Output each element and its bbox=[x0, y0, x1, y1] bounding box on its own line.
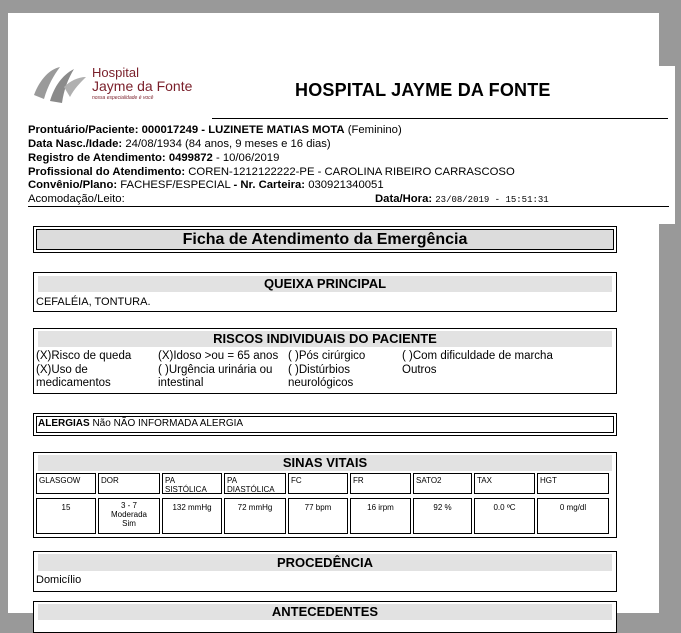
vs-value-line: 16 irpm bbox=[367, 503, 394, 512]
risco-idoso: (X)Idoso >ou = 65 anos bbox=[158, 350, 279, 362]
vs-header-line: HGT bbox=[540, 476, 557, 485]
vs-value-line: 77 bpm bbox=[304, 503, 332, 512]
vs-value-line: 132 mmHg bbox=[172, 503, 212, 512]
vs-value-line: Sim bbox=[122, 519, 136, 528]
vs-header-dor: DOR bbox=[98, 473, 160, 494]
vs-header-pa-sistolica: PA SISTÓLICA bbox=[162, 473, 222, 494]
risco-marcha: ( )Com dificuldade de marcha bbox=[402, 350, 553, 362]
risco-disturbios: ( )Distúrbios bbox=[288, 363, 350, 376]
vs-header-line: DOR bbox=[101, 476, 119, 485]
risco-medicamentos: (X)Uso de bbox=[36, 363, 88, 376]
vs-header-line: SATO2 bbox=[416, 476, 442, 485]
risco-medicamentos-cont: medicamentos bbox=[36, 377, 111, 389]
hospital-logo: Hospital Jayme da Fonte nossa especialid… bbox=[30, 57, 210, 109]
vs-value-sato2: 92 % bbox=[413, 498, 472, 534]
vs-header-fc: FC bbox=[288, 473, 348, 494]
vs-value-hgt: 0 mg/dl bbox=[537, 498, 609, 534]
queixa-section: QUEIXA PRINCIPAL CEFALÉIA, TONTURA. bbox=[33, 272, 617, 312]
sinais-title: SINAS VITAIS bbox=[38, 455, 612, 471]
antecedentes-title: ANTECEDENTES bbox=[38, 604, 612, 620]
birth-line: Data Nasc./Idade: 24/08/1934 (84 anos, 9… bbox=[28, 138, 331, 150]
vs-value-line: 0 mg/dl bbox=[559, 503, 587, 512]
vs-header-line: PA bbox=[165, 476, 176, 485]
vs-header-pa-diastolica: PA DIASTÓLICA bbox=[224, 473, 286, 494]
vs-value-fc: 77 bpm bbox=[288, 498, 348, 534]
vs-value-dor: 3 - 7 Moderada Sim bbox=[98, 498, 160, 534]
antecedentes-section: ANTECEDENTES bbox=[33, 601, 617, 633]
vs-value-line: 92 % bbox=[433, 503, 452, 512]
vs-header-glasgow: GLASGOW bbox=[36, 473, 96, 494]
vs-header-line: FR bbox=[353, 476, 364, 485]
alergias-value: Não NÃO INFORMADA ALERGIA bbox=[92, 418, 244, 429]
alergias-label: ALERGIAS bbox=[38, 418, 90, 429]
risco-urgencia-cont: intestinal bbox=[158, 377, 204, 389]
vs-value-line: Moderada bbox=[110, 510, 148, 519]
riscos-col1: (X)Risco de queda (X)Uso de medicamentos bbox=[36, 350, 131, 391]
vs-header-fr: FR bbox=[350, 473, 411, 494]
queixa-title: QUEIXA PRINCIPAL bbox=[38, 276, 612, 292]
logo-slogan: nossa especialidade é você bbox=[92, 95, 154, 101]
vs-value-line: 72 mmHg bbox=[237, 503, 273, 512]
vs-header-hgt: HGT bbox=[537, 473, 609, 494]
vs-header-line: PA bbox=[227, 476, 238, 485]
vs-header-line: FC bbox=[291, 476, 302, 485]
profissional-line: Profissional do Atendimento: COREN-12121… bbox=[28, 166, 515, 178]
vs-value-line: 0.0 ºC bbox=[493, 503, 516, 512]
riscos-section: RISCOS INDIVIDUAIS DO PACIENTE (X)Risco … bbox=[33, 328, 617, 394]
vs-value-tax: 0.0 ºC bbox=[474, 498, 535, 534]
vs-value-pa-sistolica: 132 mmHg bbox=[162, 498, 222, 534]
alergias-row: ALERGIAS Não NÃO INFORMADA ALERGIA bbox=[36, 416, 614, 433]
risco-queda: (X)Risco de queda bbox=[36, 350, 132, 362]
procedencia-title: PROCEDÊNCIA bbox=[38, 554, 612, 571]
risco-outros: Outros bbox=[402, 363, 437, 376]
sinais-section: SINAS VITAIS GLASGOW DOR PA SISTÓLICA PA DIAS… bbox=[33, 452, 617, 538]
report-header-extension bbox=[610, 66, 675, 224]
acomodacao-label: Acomodação/Leito: bbox=[28, 193, 125, 205]
riscos-title: RISCOS INDIVIDUAIS DO PACIENTE bbox=[38, 331, 612, 347]
vs-value-line: 15 bbox=[61, 503, 71, 512]
convenio-line: Convênio/Plano: FACHESF/ESPECIAL - Nr. C… bbox=[28, 179, 384, 191]
registro-line: Registro de Atendimento: 0499872 - 10/06… bbox=[28, 152, 280, 164]
riscos-col4: ( )Com dificuldade de marcha Outros bbox=[402, 350, 553, 377]
vs-header-line: GLASGOW bbox=[39, 476, 81, 485]
vs-header-line: SISTÓLICA bbox=[165, 485, 207, 494]
queixa-text: CEFALÉIA, TONTURA. bbox=[36, 296, 151, 308]
vs-header-line: TAX bbox=[477, 476, 492, 485]
vs-header-sato2: SATO2 bbox=[413, 473, 472, 494]
ficha-title: Ficha de Atendimento da Emergência bbox=[36, 229, 614, 250]
procedencia-section: PROCEDÊNCIA Domicílio bbox=[33, 551, 617, 592]
vs-value-pa-diastolica: 72 mmHg bbox=[224, 498, 286, 534]
alergias-section: ALERGIAS Não NÃO INFORMADA ALERGIA bbox=[33, 413, 617, 436]
header-divider bbox=[212, 118, 668, 119]
info-divider bbox=[28, 206, 669, 207]
vs-value-fr: 16 irpm bbox=[350, 498, 411, 534]
patient-line: Prontuário/Paciente: 000017249 - LUZINET… bbox=[28, 124, 402, 136]
vs-value-glasgow: 15 bbox=[36, 498, 96, 534]
hospital-title: HOSPITAL JAYME DA FONTE bbox=[295, 80, 551, 100]
risco-disturbios-cont: neurológicos bbox=[288, 377, 354, 389]
vs-header-tax: TAX bbox=[474, 473, 535, 494]
ficha-title-box: Ficha de Atendimento da Emergência bbox=[33, 226, 617, 253]
datahora-line: Data/Hora: 23/08/2019 - 15:51:31 bbox=[375, 193, 549, 205]
logo-mark-icon bbox=[34, 67, 86, 103]
procedencia-text: Domicílio bbox=[36, 574, 82, 586]
riscos-col2: (X)Idoso >ou = 65 anos ( )Urgência uriná… bbox=[158, 350, 278, 391]
risco-pos-cirurgico: ( )Pós cirúrgico bbox=[288, 350, 366, 362]
risco-urgencia: ( )Urgência urinária ou bbox=[158, 363, 273, 376]
riscos-col3: ( )Pós cirúrgico ( )Distúrbios neurológi… bbox=[288, 350, 365, 391]
vs-value-line: 3 - 7 bbox=[120, 501, 137, 510]
logo-text-line2: Jayme da Fonte bbox=[92, 78, 193, 94]
screen: { "header": { "logo": { "line1": "Hospit… bbox=[0, 0, 681, 633]
vs-header-line: DIASTÓLICA bbox=[227, 485, 275, 494]
